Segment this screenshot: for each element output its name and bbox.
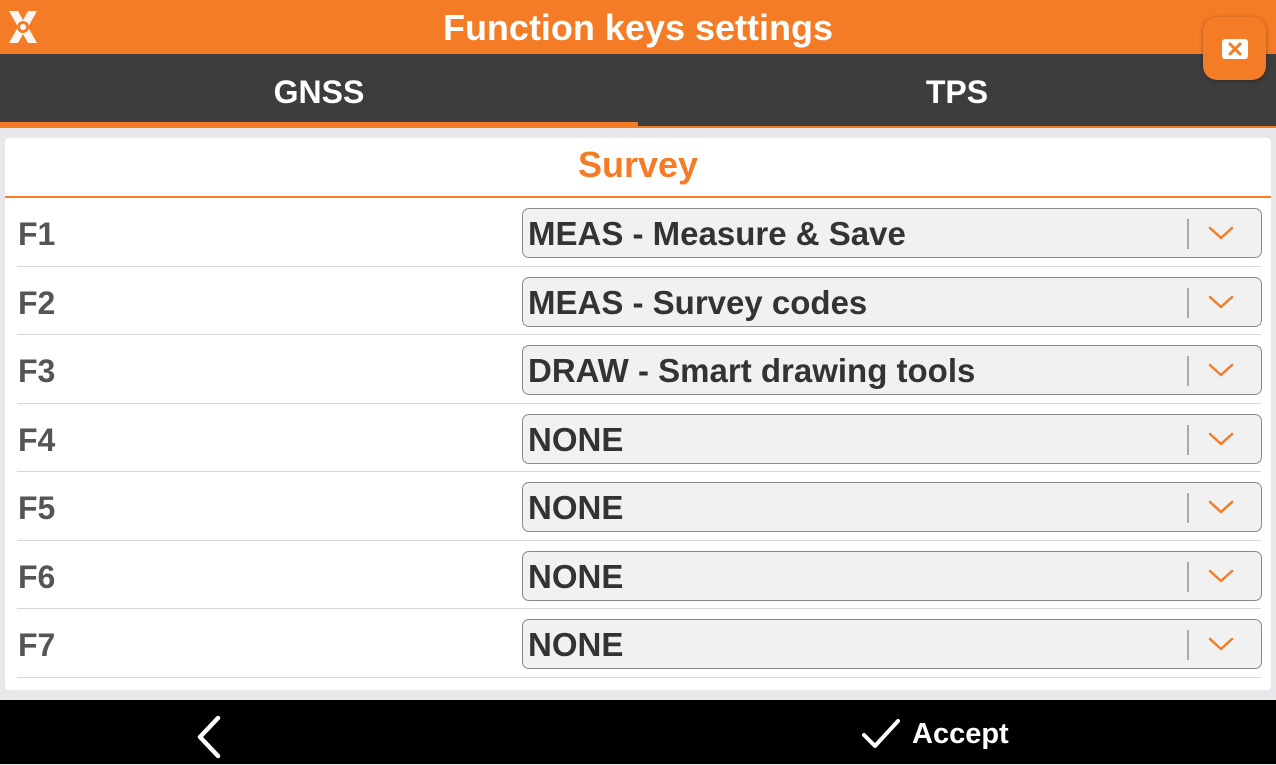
function-key-row: F6 NONE — [17, 541, 1262, 609]
select-separator — [1187, 561, 1189, 592]
close-icon — [1221, 38, 1248, 59]
function-key-value: NONE — [528, 557, 624, 595]
function-key-label: F1 — [18, 216, 56, 252]
chevron-down-icon — [1207, 495, 1235, 519]
chevron-down-icon — [1207, 358, 1235, 382]
select-separator — [1187, 356, 1189, 386]
select-separator — [1187, 493, 1189, 523]
chevron-down-icon — [1207, 290, 1235, 314]
function-key-select[interactable]: NONE — [522, 619, 1262, 669]
accept-button[interactable]: Accept — [860, 714, 1009, 754]
select-separator — [1187, 630, 1189, 660]
settings-panel: Survey F1 MEAS - Measure & Save F2 MEAS - S… — [5, 138, 1271, 690]
function-key-row: F5 NONE — [17, 472, 1262, 541]
function-key-label: F5 — [18, 490, 56, 526]
function-key-value: NONE — [528, 489, 624, 526]
select-separator — [1187, 424, 1189, 455]
function-key-select[interactable]: MEAS - Survey codes — [522, 276, 1262, 327]
bottom-bar: Accept — [0, 700, 1276, 764]
page-title: Function keys settings — [442, 7, 834, 48]
function-key-row: F7 NONE — [17, 609, 1262, 678]
chevron-down-icon — [1207, 632, 1235, 656]
function-key-select[interactable]: NONE — [522, 482, 1262, 532]
select-separator — [1187, 287, 1189, 318]
function-key-value: NONE — [528, 420, 624, 458]
function-key-row: F4 NONE — [17, 404, 1262, 472]
tab-bar: GNSS TPS — [0, 54, 1276, 128]
section-title: Survey — [5, 138, 1271, 198]
chevron-down-icon — [1207, 221, 1235, 245]
function-key-select[interactable]: NONE — [522, 550, 1262, 601]
function-key-row: F2 MEAS - Survey codes — [17, 267, 1262, 335]
checkmark-icon — [862, 719, 900, 748]
function-key-label: F6 — [18, 558, 56, 595]
close-button[interactable] — [1203, 17, 1266, 80]
function-key-row: F1 MEAS - Measure & Save — [17, 198, 1262, 267]
function-key-select[interactable]: NONE — [522, 413, 1262, 464]
function-key-value: DRAW - Smart drawing tools — [528, 352, 976, 389]
function-key-value: MEAS - Measure & Save — [528, 215, 906, 252]
tab-gnss[interactable]: GNSS — [0, 54, 638, 128]
function-key-value: NONE — [528, 626, 624, 663]
function-key-select[interactable]: DRAW - Smart drawing tools — [522, 345, 1262, 395]
function-key-label: F2 — [18, 284, 56, 321]
title-bar: Function keys settings — [0, 0, 1276, 54]
function-key-row: F3 DRAW - Smart drawing tools — [17, 335, 1262, 404]
tab-tps[interactable]: TPS — [638, 54, 1276, 128]
function-key-value: MEAS - Survey codes — [528, 283, 868, 321]
chevron-down-icon — [1207, 427, 1235, 451]
chevron-down-icon — [1207, 564, 1235, 588]
chevron-left-icon — [197, 715, 221, 759]
back-button[interactable] — [185, 714, 235, 760]
function-key-label: F7 — [18, 627, 56, 663]
function-key-label: F4 — [18, 421, 56, 458]
accept-label: Accept — [912, 717, 1009, 750]
select-separator — [1187, 219, 1189, 249]
function-key-label: F3 — [18, 353, 56, 389]
function-key-list: F1 MEAS - Measure & Save F2 MEAS - Survey c… — [5, 198, 1271, 678]
function-key-select[interactable]: MEAS - Measure & Save — [522, 208, 1262, 258]
